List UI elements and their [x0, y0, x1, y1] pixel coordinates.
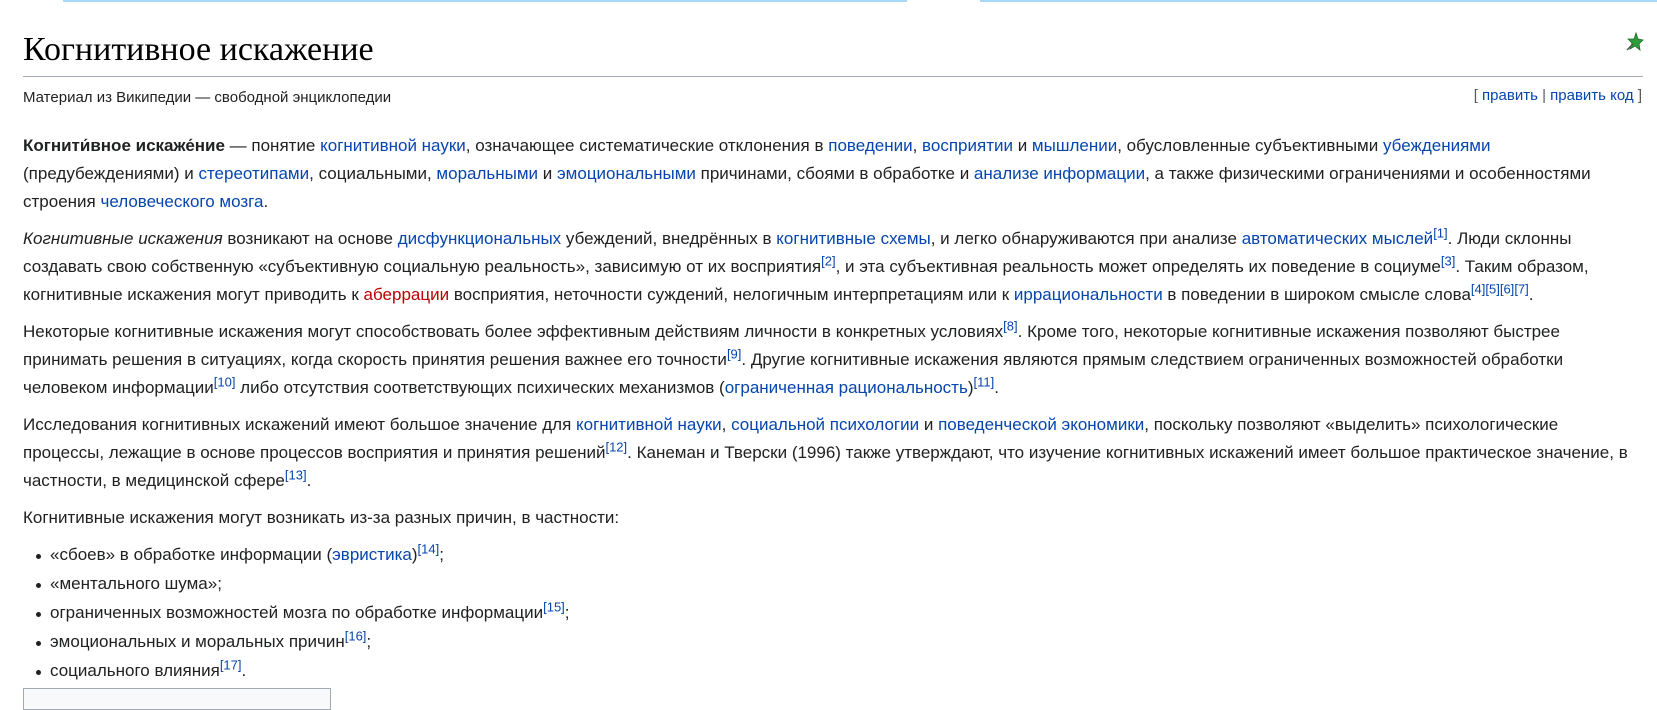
text: ; [439, 545, 444, 564]
article-content: Когнити́вное искаже́ние — понятие когнит… [23, 132, 1643, 686]
text: Некоторые когнитивные искажения могут сп… [23, 322, 1004, 341]
text: причинами, сбоями в обработке и [695, 164, 974, 183]
title-divider [23, 76, 1643, 77]
link-heuristic[interactable]: эвристика [332, 545, 412, 564]
link-social-psychology[interactable]: социальной психологии [731, 415, 919, 434]
list-item: социального влияния[17]. [23, 657, 1643, 685]
text: Исследования когнитивных искажений имеют… [23, 415, 576, 434]
edit-bracket-close: ] [1637, 87, 1642, 104]
paragraph-2: Когнитивные искажения возникают на основ… [23, 225, 1643, 309]
text: . [994, 378, 999, 397]
link-cognitive-schemas[interactable]: когнитивные схемы [776, 229, 930, 248]
ref-1[interactable]: [1] [1433, 225, 1447, 240]
text: , обусловленные субъективными [1117, 136, 1383, 155]
text: (предубеждениями) и [23, 164, 199, 183]
text: и [1012, 136, 1032, 155]
text: социального влияния [50, 661, 220, 680]
text: Когнитивные искажения могут возникать из… [23, 508, 620, 527]
link-emotional[interactable]: эмоциональными [557, 164, 696, 183]
text: , [912, 136, 923, 155]
link-stereotypes[interactable]: стереотипами [198, 164, 309, 183]
link-human-brain[interactable]: человеческого мозга [100, 192, 263, 211]
text: , социальными, [309, 164, 437, 183]
ref-17[interactable]: [17] [220, 657, 242, 672]
text: в поведении в широком смысле слова [1162, 285, 1471, 304]
link-automatic-thoughts[interactable]: автоматических мыслей [1242, 229, 1433, 248]
text: восприятия, неточности суждений, нелогич… [449, 285, 1014, 304]
text: . [1528, 285, 1534, 304]
link-cognitive-science[interactable]: когнитивной науки [320, 136, 466, 155]
list-item: ограниченных возможностей мозга по обраб… [23, 599, 1643, 627]
term-bold: Когнити́вное искаже́ние [23, 136, 225, 155]
link-dysfunctional[interactable]: дисфункциональных [398, 229, 561, 248]
text: , означающее систематические отклонения … [465, 136, 829, 155]
causes-list: «сбоев» в обработке информации (эвристик… [23, 541, 1643, 685]
edit-source-link[interactable]: править код [1550, 87, 1634, 104]
text: , и легко обнаруживаются при анализе [930, 229, 1242, 248]
text: . [306, 471, 312, 490]
link-bounded-rationality[interactable]: ограниченная рациональность [725, 378, 968, 397]
ref-8[interactable]: [8] [1003, 318, 1017, 333]
paragraph-3: Некоторые когнитивные искажения могут сп… [23, 318, 1643, 402]
text: , [721, 415, 732, 434]
text: . [263, 192, 269, 211]
paragraph-intro: Когнити́вное искаже́ние — понятие когнит… [23, 132, 1643, 216]
link-information-analysis[interactable]: анализе информации [974, 164, 1145, 183]
link-behavior[interactable]: поведении [828, 136, 912, 155]
paragraph-5: Когнитивные искажения могут возникать из… [23, 504, 1643, 532]
ref-16[interactable]: [16] [345, 628, 367, 643]
link-beliefs[interactable]: убеждениями [1383, 136, 1491, 155]
link-cognitive-science-2[interactable]: когнитивной науки [576, 415, 722, 434]
text: эмоциональных и моральных причин [50, 632, 345, 651]
list-item: «сбоев» в обработке информации (эвристик… [23, 541, 1643, 569]
link-thinking[interactable]: мышлении [1032, 136, 1117, 155]
table-of-contents-box [23, 688, 331, 710]
text: ; [564, 603, 570, 622]
ref-6[interactable]: [6] [1500, 281, 1514, 296]
page-title: Когнитивное искажение [23, 31, 374, 68]
link-moral[interactable]: моральными [436, 164, 538, 183]
text: — понятие [224, 136, 321, 155]
link-irrationality[interactable]: иррациональности [1014, 285, 1163, 304]
edit-link[interactable]: править [1482, 87, 1538, 104]
paragraph-4: Исследования когнитивных искажений имеют… [23, 411, 1643, 495]
edit-separator: | [1542, 87, 1546, 104]
edit-links: [ править | править код ] [1474, 86, 1642, 106]
ref-10[interactable]: [10] [214, 374, 236, 389]
text: . [241, 661, 247, 680]
ref-7[interactable]: [7] [1514, 281, 1528, 296]
text: ; [366, 632, 372, 651]
good-article-star-icon[interactable] [1624, 31, 1644, 52]
text: «ментального шума»; [50, 574, 222, 593]
text: и [919, 415, 939, 434]
site-subtitle: Материал из Википедии — свободной энцикл… [23, 89, 392, 106]
ref-11[interactable]: [11] [974, 374, 995, 389]
list-item: «ментального шума»; [23, 570, 1643, 598]
ref-2[interactable]: [2] [821, 253, 835, 268]
text: ограниченных возможностей мозга по обраб… [50, 603, 544, 622]
link-behavioral-economics[interactable]: поведенческой экономики [938, 415, 1144, 434]
text: убеждений, внедрённых в [561, 229, 777, 248]
link-aberration-missing[interactable]: аберрации [364, 285, 450, 304]
text: возникают на основе [222, 229, 398, 248]
text: и [538, 164, 557, 183]
link-perception[interactable]: восприятии [922, 136, 1013, 155]
ref-15[interactable]: [15] [543, 599, 565, 614]
top-tab-border-left [63, 0, 907, 2]
text: либо отсутствия соответствующих психичес… [235, 378, 725, 397]
ref-13[interactable]: [13] [285, 467, 307, 482]
text: , и эта субъективная реальность может оп… [835, 257, 1441, 276]
ref-5[interactable]: [5] [1485, 281, 1499, 296]
ref-12[interactable]: [12] [605, 439, 627, 454]
ref-3[interactable]: [3] [1441, 253, 1455, 268]
ref-4[interactable]: [4] [1471, 281, 1485, 296]
term-italic: Когнитивные искажения [23, 229, 223, 248]
text: «сбоев» в обработке информации ( [50, 545, 333, 564]
ref-9[interactable]: [9] [727, 346, 741, 361]
ref-14[interactable]: [14] [418, 541, 440, 556]
edit-bracket-open: [ [1473, 87, 1478, 104]
list-item: эмоциональных и моральных причин[16]; [23, 628, 1643, 656]
top-tab-border-right [980, 0, 1657, 2]
